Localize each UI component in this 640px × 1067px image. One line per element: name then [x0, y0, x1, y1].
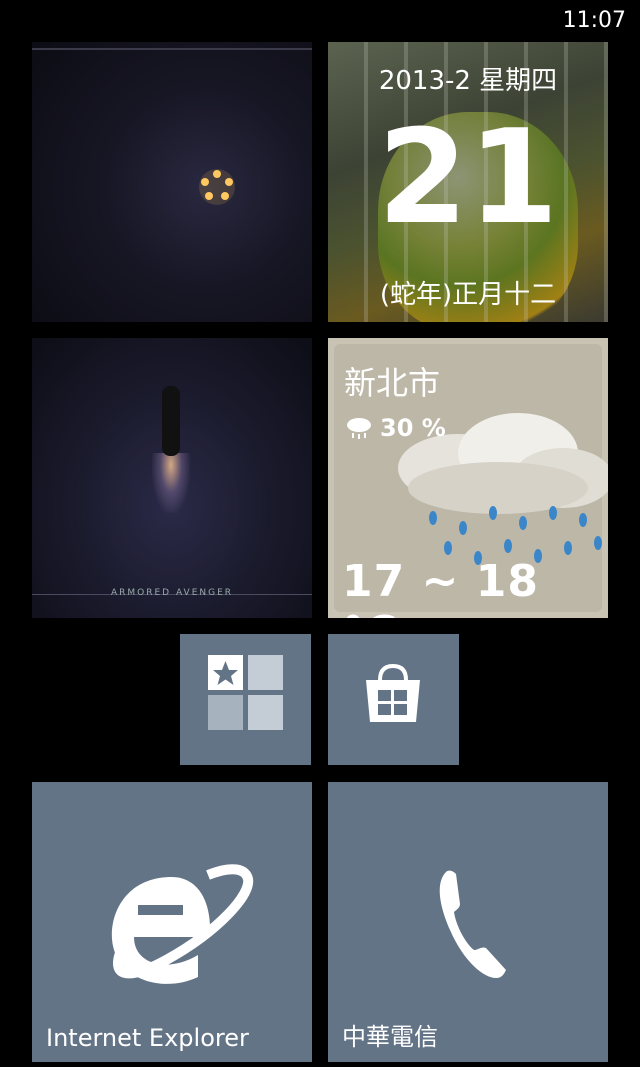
temperature-range: 17 ~ 18 °C [342, 556, 539, 618]
internet-explorer-icon [111, 864, 254, 984]
music-tile-2[interactable]: ARMORED AVENGER [32, 338, 312, 618]
calendar-month: 2013-2 星期四 [378, 66, 558, 96]
calendar-day: 21 [377, 101, 559, 253]
calendar-tile[interactable]: 2013-2 星期四 21 (蛇年)正月十二 [328, 42, 608, 322]
phone-tile[interactable]: 中華電信 [328, 782, 608, 1062]
thruster-glow [152, 453, 190, 513]
tile-label-ie: Internet Explorer [46, 1024, 249, 1052]
weather-city: 新北市 [344, 364, 441, 402]
weather-tile[interactable]: 新北市 30 % 17 ~ 18 °C [328, 338, 608, 618]
games-hub-icon [208, 655, 283, 730]
games-hub-tile[interactable] [180, 634, 311, 765]
album-caption: ARMORED AVENGER [110, 588, 234, 598]
divider [32, 48, 312, 50]
music-tile-1[interactable] [32, 42, 312, 322]
rain-cloud-small-icon [347, 418, 371, 439]
internet-explorer-tile[interactable]: Internet Explorer [32, 782, 312, 1062]
tile-label-phone: 中華電信 [342, 1023, 438, 1051]
calendar-lunar-date: (蛇年)正月十二 [379, 280, 557, 310]
store-icon [366, 663, 420, 722]
store-tile[interactable] [328, 634, 459, 765]
glowing-lights-graphic [199, 169, 235, 205]
clock: 11:07 [562, 8, 626, 33]
phone-icon [439, 870, 506, 978]
precip-chance: 30 % [380, 414, 446, 442]
flying-figure [162, 386, 180, 456]
